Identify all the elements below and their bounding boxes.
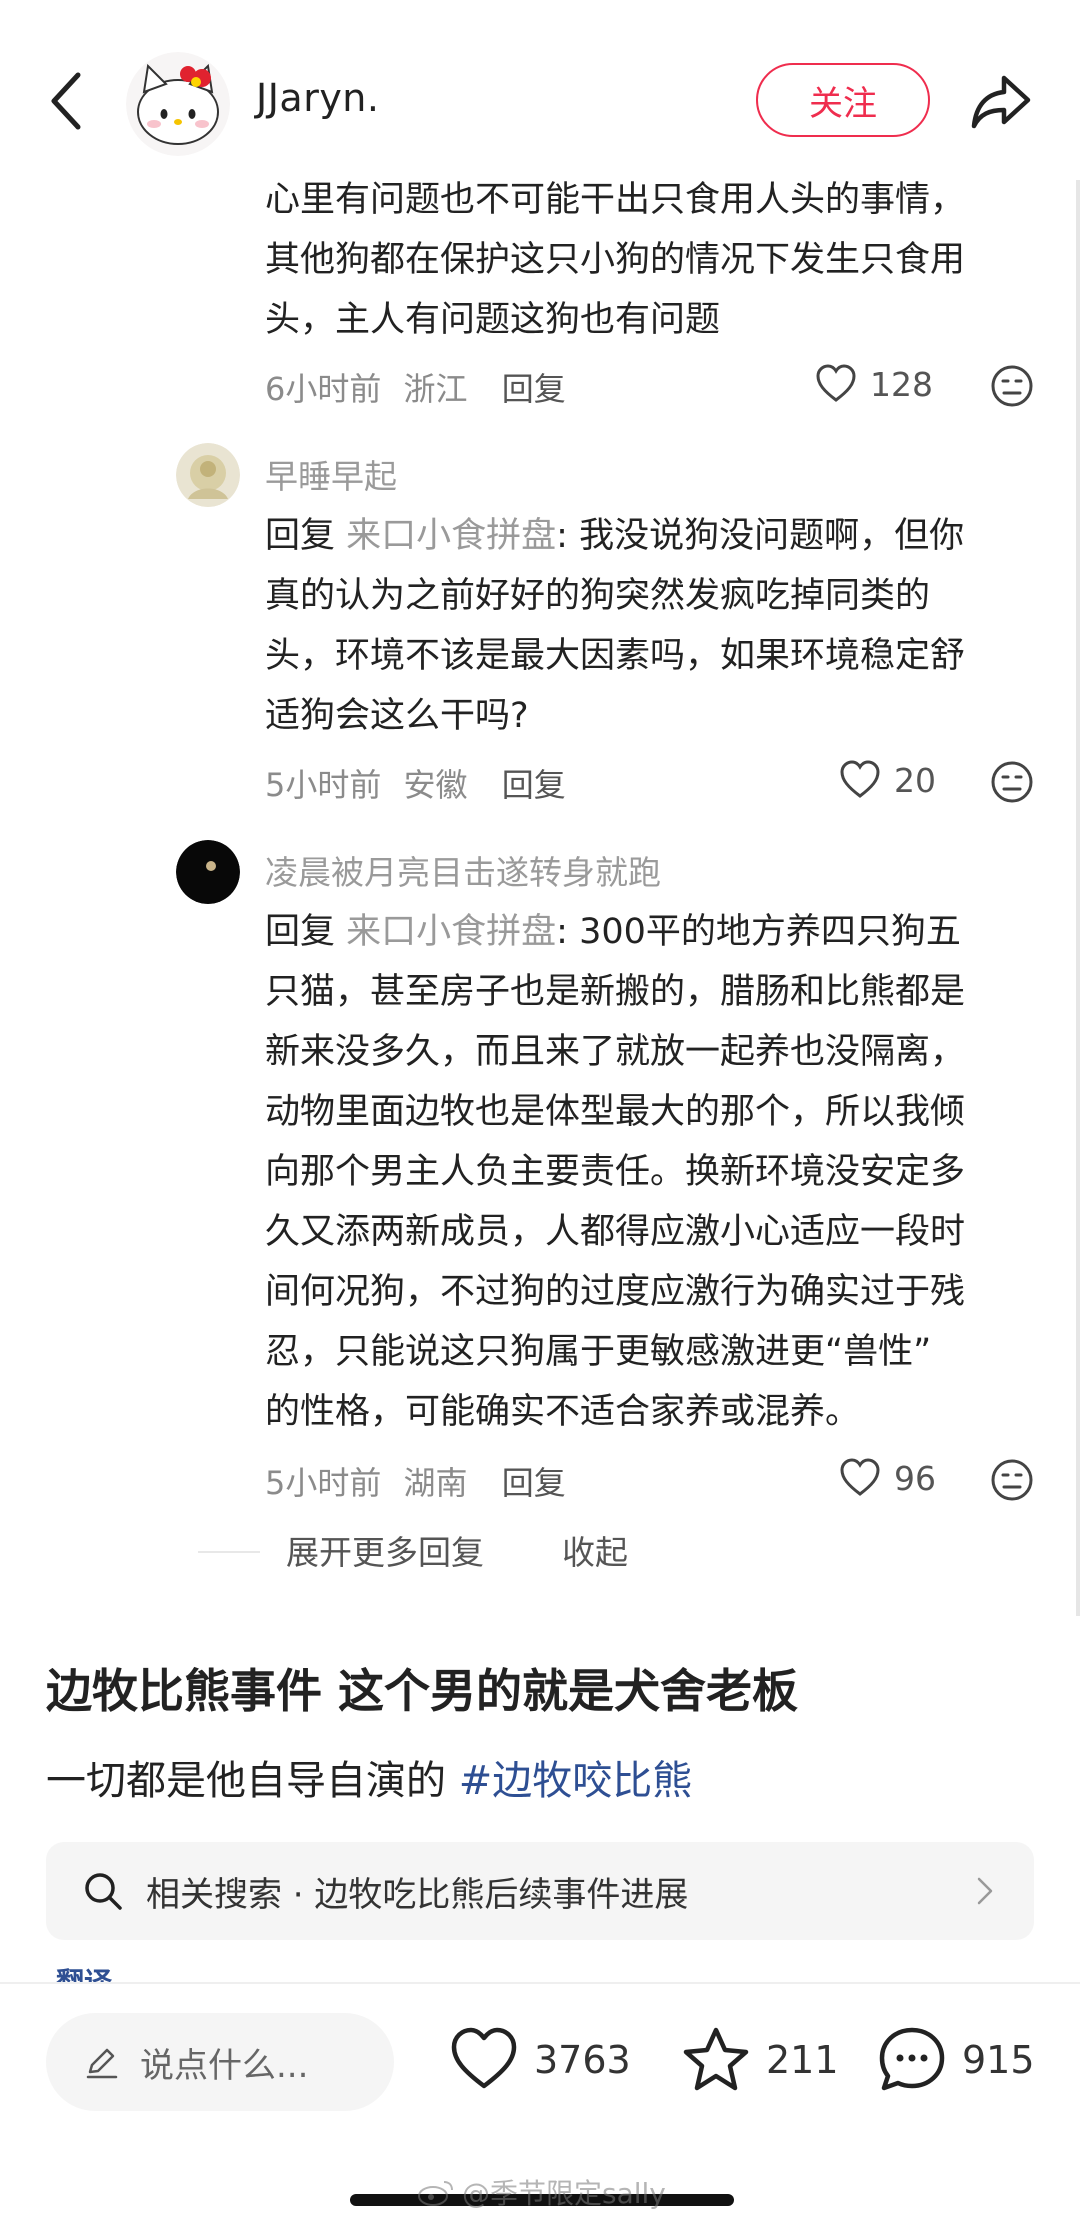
comment-text-line: 向那个男主人负主要责任。换新环境没安定多 (265, 1152, 966, 1192)
comment-text-line: 的性格，可能确实不适合家养或混养。 (265, 1392, 861, 1432)
author-name[interactable]: JJaryn. (256, 76, 379, 120)
comment-text-line: 适狗会这么干吗? (265, 696, 529, 736)
watermark-text: @季节限定sally (462, 2177, 666, 2210)
reply-button[interactable]: 回复 (502, 1464, 566, 1502)
related-search-bar[interactable]: 相关搜索 · 边牧吃比熊后续事件进展 (46, 1842, 1034, 1940)
reply-button[interactable]: 回复 (502, 766, 566, 804)
comment-like-count: 20 (894, 760, 936, 800)
comment-text-segment: : 我没说狗没问题啊，但你 (556, 516, 965, 556)
reply-prefix: 回复 (265, 516, 336, 556)
comment-like-button[interactable]: 96 (838, 1456, 936, 1500)
heart-icon (840, 760, 880, 798)
comment-text-line: 回复 来口小食拼盘: 300平的地方养四只狗五 (265, 902, 961, 962)
commenter-avatar[interactable] (176, 443, 240, 507)
reply-prefix: 回复 (265, 912, 336, 952)
comment-text-line: 头，环境不该是最大因素吗，如果环境稳定舒 (265, 636, 966, 676)
comment-count: 915 (962, 2038, 1035, 2082)
comment-input[interactable]: 说点什么... (46, 2013, 394, 2111)
comment-time: 5小时前 (265, 1464, 382, 1502)
reply-to-user[interactable]: 来口小食拼盘 (346, 516, 556, 556)
comment-text-line: 间何况狗，不过狗的过度应激行为确实过于残 (265, 1272, 966, 1312)
comment-meta: 6小时前 浙江 回复 (265, 364, 566, 410)
commenter-avatar[interactable] (176, 840, 240, 904)
comment-like-button[interactable]: 128 (814, 362, 933, 406)
expand-more-replies-button[interactable]: 展开更多回复 (286, 1526, 484, 1574)
post-body: 一切都是他自导自演的 #边牧咬比熊 (46, 1748, 692, 1806)
comment-meta: 5小时前 湖南 回复 (265, 1458, 566, 1504)
collapse-replies-button[interactable]: 收起 (562, 1526, 628, 1574)
post-body-text: 一切都是他自导自演的 (46, 1758, 459, 1804)
chat-bubble-icon (879, 2027, 945, 2091)
comment-text-line: 头，主人有问题这狗也有问题 (265, 300, 721, 340)
comment-location: 安徽 (403, 766, 468, 804)
avatar-image-icon (176, 840, 240, 904)
comment-text-line: 动物里面边牧也是体型最大的那个，所以我倾 (265, 1092, 966, 1132)
translate-button[interactable]: 翻译 (56, 1968, 112, 1982)
pencil-icon (86, 2048, 118, 2079)
hello-kitty-avatar-icon (126, 52, 230, 156)
comment-like-count: 128 (870, 364, 933, 404)
commenter-name[interactable]: 凌晨被月亮目击遂转身就跑 (265, 846, 661, 894)
comment-text-line: 忍，只能说这只狗属于更敏感激进更“兽性” (265, 1332, 932, 1372)
comment-button[interactable]: 915 (876, 2024, 1035, 2096)
like-button[interactable]: 3763 (448, 2024, 631, 2096)
chevron-right-icon (977, 1877, 993, 1905)
comment-text-segment: : 300平的地方养四只狗五 (556, 912, 961, 952)
comment-text-line: 只猫，甚至房子也是新搬的，腊肠和比熊都是 (265, 972, 966, 1012)
weibo-logo-icon (418, 2181, 453, 2206)
heart-icon (816, 364, 856, 402)
comment-location: 湖南 (403, 1464, 468, 1502)
top-navigation-bar: JJaryn. 关注 (0, 0, 1080, 180)
collect-button[interactable]: 211 (680, 2024, 839, 2096)
dislike-face-icon[interactable] (990, 364, 1034, 408)
hashtag-link[interactable]: #边牧咬比熊 (459, 1758, 693, 1804)
back-button[interactable] (40, 65, 96, 137)
heart-icon (451, 2027, 517, 2089)
author-avatar[interactable] (126, 52, 230, 156)
comment-input-placeholder: 说点什么... (140, 2045, 309, 2086)
search-icon (85, 1873, 122, 1910)
comment-text-line: 回复 来口小食拼盘: 我没说狗没问题啊，但你 (265, 506, 964, 566)
share-button[interactable] (966, 66, 1036, 136)
comment-text-line: 久又添两新成员，人都得应激小心适应一段时 (265, 1212, 966, 1252)
avatar-image-icon (176, 443, 240, 507)
comment-time: 6小时前 (265, 370, 382, 408)
share-arrow-icon (971, 75, 1031, 129)
star-icon (683, 2027, 749, 2091)
post-detail-screen: JJaryn. 关注 心里有问题也不可能干出只食用人头的事情， 其他狗都在保护这… (0, 0, 1080, 2226)
comment-text-line: 新来没多久，而且来了就放一起养也没隔离， (265, 1032, 966, 1072)
related-search-label: 相关搜索 · 边牧吃比熊后续事件进展 (146, 1874, 689, 1915)
comment-text-line: 其他狗都在保护这只小狗的情况下发生只食用 (265, 240, 966, 280)
bottom-action-bar: 说点什么... 3763 211 915 @季节限定sally (0, 1982, 1080, 2226)
commenter-name[interactable]: 早睡早起 (265, 450, 397, 498)
scrollbar-track[interactable] (1076, 176, 1080, 1616)
comment-meta: 5小时前 安徽 回复 (265, 760, 566, 806)
comment-location: 浙江 (403, 370, 468, 408)
heart-icon (840, 1458, 880, 1496)
post-title: 边牧比熊事件 这个男的就是犬舍老板 (46, 1664, 799, 1718)
like-count: 3763 (534, 2038, 631, 2082)
comment-text-line: 真的认为之前好好的狗突然发疯吃掉同类的 (265, 576, 931, 616)
dislike-face-icon[interactable] (990, 1458, 1034, 1502)
divider (198, 1551, 260, 1553)
watermark: @季节限定sally (416, 2172, 666, 2212)
dislike-face-icon[interactable] (990, 760, 1034, 804)
chevron-left-icon (51, 72, 81, 130)
follow-button[interactable]: 关注 (756, 63, 930, 137)
comment-time: 5小时前 (265, 766, 382, 804)
collect-count: 211 (766, 2038, 839, 2082)
reply-to-user[interactable]: 来口小食拼盘 (346, 912, 556, 952)
reply-button[interactable]: 回复 (502, 370, 566, 408)
comment-like-count: 96 (894, 1458, 936, 1498)
comment-like-button[interactable]: 20 (838, 758, 936, 802)
